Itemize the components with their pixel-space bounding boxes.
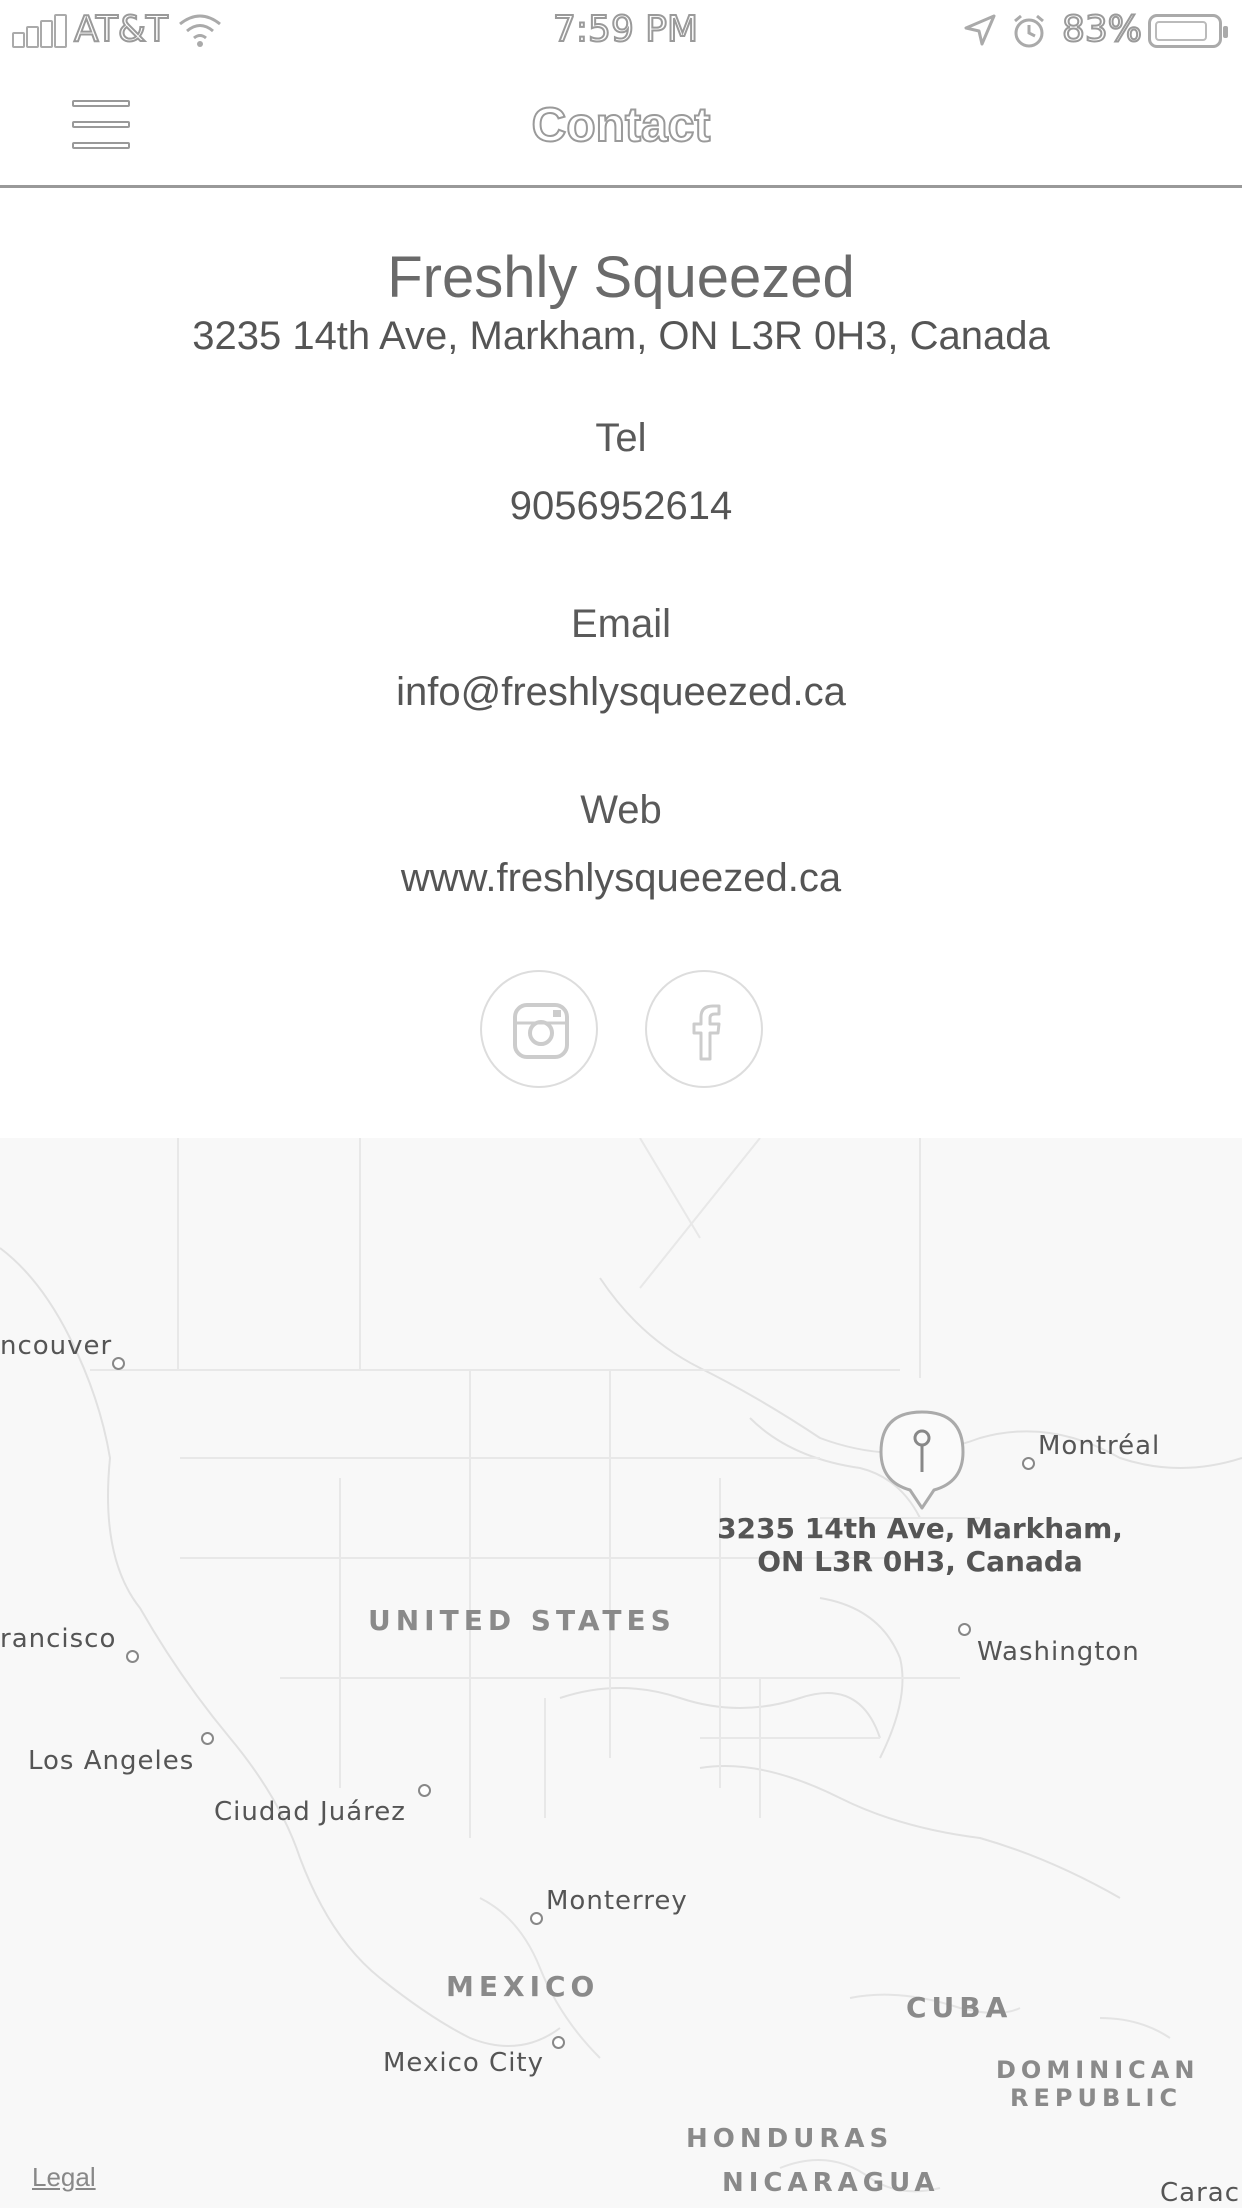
instagram-button[interactable] xyxy=(480,970,598,1088)
map-background xyxy=(0,1138,1242,2193)
city-label-montreal: Montréal xyxy=(1038,1431,1161,1461)
country-label-dominican: DOMINICAN xyxy=(996,2056,1200,2084)
city-label-san-francisco: rancisco xyxy=(0,1624,117,1654)
tel-value[interactable]: 9056952614 xyxy=(0,480,1242,532)
wifi-icon xyxy=(179,14,221,47)
tel-label: Tel xyxy=(595,416,647,460)
country-label-us: UNITED STATES xyxy=(368,1604,676,1637)
carrier-name: AT&T xyxy=(73,8,169,51)
country-label-nicaragua: NICARAGUA xyxy=(722,2168,940,2198)
city-label-mexico-city: Mexico City xyxy=(383,2048,545,2078)
country-label-cuba: CUBA xyxy=(906,1991,1013,2024)
battery-icon xyxy=(1148,14,1228,48)
map-view[interactable]: ncouver Montréal Washington rancisco Los… xyxy=(0,1138,1242,2208)
map-pin-label-line2: ON L3R 0H3, Canada xyxy=(757,1545,1083,1578)
city-dot xyxy=(126,1650,139,1663)
web-value[interactable]: www.freshlysqueezed.ca xyxy=(0,852,1242,904)
city-dot xyxy=(958,1623,971,1636)
city-dot xyxy=(112,1357,125,1370)
business-name: Freshly Squeezed xyxy=(387,245,855,310)
map-legal-link[interactable]: Legal xyxy=(32,2162,96,2193)
alarm-icon xyxy=(1014,14,1044,48)
page-title: Contact xyxy=(531,98,712,153)
city-label-vancouver: ncouver xyxy=(0,1331,113,1361)
nav-header: Contact xyxy=(0,62,1242,188)
facebook-button[interactable] xyxy=(645,970,763,1088)
city-label-caracas: Carac xyxy=(1160,2178,1241,2208)
city-label-ciudad-juarez: Ciudad Juárez xyxy=(214,1797,406,1827)
city-dot xyxy=(418,1784,431,1797)
cellular-signal-icon xyxy=(12,14,72,48)
city-dot xyxy=(201,1732,214,1745)
city-label-washington: Washington xyxy=(977,1637,1140,1667)
email-label: Email xyxy=(570,602,672,646)
map-pin-label: 3235 14th Ave, Markham, ON L3R 0H3, Cana… xyxy=(700,1512,1140,1578)
battery-percent: 83% xyxy=(1061,8,1143,51)
status-time: 7:59 PM xyxy=(552,8,699,51)
country-label-republic: REPUBLIC xyxy=(1010,2084,1183,2112)
map-pin-label-line1: 3235 14th Ave, Markham, xyxy=(717,1512,1123,1545)
city-label-los-angeles: Los Angeles xyxy=(28,1746,195,1776)
location-arrow-icon xyxy=(964,14,996,46)
country-label-mexico: MEXICO xyxy=(446,1970,600,2003)
web-label: Web xyxy=(580,788,662,832)
status-bar: AT&T 7:59 PM 83% xyxy=(0,0,1242,62)
city-dot xyxy=(1022,1457,1035,1470)
city-label-monterrey: Monterrey xyxy=(546,1886,688,1916)
business-address: 3235 14th Ave, Markham, ON L3R 0H3, Cana… xyxy=(192,314,1050,358)
facebook-icon xyxy=(692,1004,721,1061)
email-value[interactable]: info@freshlysqueezed.ca xyxy=(0,666,1242,718)
city-dot xyxy=(552,2036,565,2049)
map-pin-icon[interactable] xyxy=(877,1408,967,1518)
country-label-honduras: HONDURAS xyxy=(686,2124,894,2154)
city-dot xyxy=(530,1912,543,1925)
instagram-icon xyxy=(513,1003,569,1059)
